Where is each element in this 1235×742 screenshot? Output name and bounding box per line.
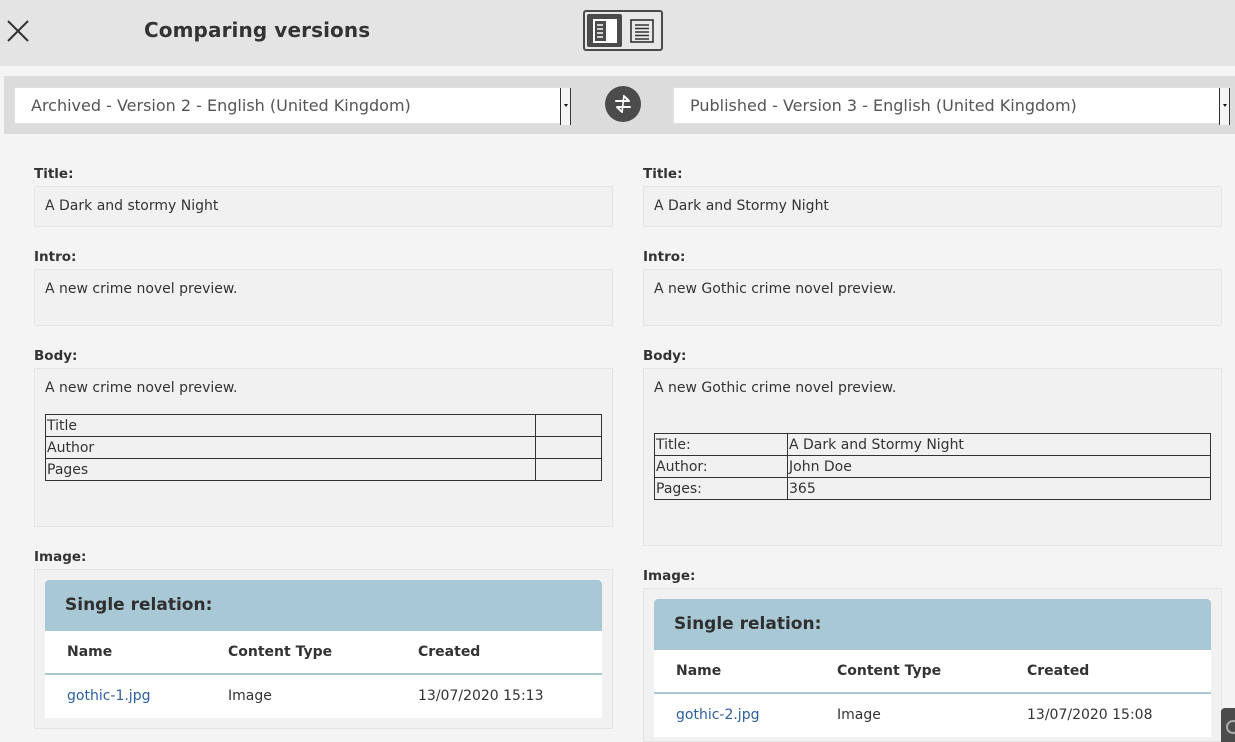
relation-column-headers: Name Content Type Created [45, 631, 602, 675]
column-header-created: Created [1027, 663, 1090, 679]
table-row: Author [45, 436, 602, 459]
left-single-relation: Single relation: Name Content Type Creat… [45, 580, 602, 718]
left-version-select[interactable]: Archived - Version 2 - English (United K… [14, 87, 572, 125]
intro-label: Intro: [34, 249, 77, 265]
left-body-text: A new crime novel preview. [45, 380, 238, 396]
title-label: Title: [34, 166, 74, 182]
left-intro-value: A new crime novel preview. [34, 269, 613, 326]
right-title-value: A Dark and Stormy Night [643, 186, 1222, 227]
table-row: Author: John Doe [654, 455, 1211, 478]
relation-name-link[interactable]: gothic-1.jpg [67, 688, 150, 704]
right-version-value: Published - Version 3 - English (United … [690, 96, 1077, 115]
table-row: Title: A Dark and Stormy Night [654, 433, 1211, 456]
chevron-down-icon[interactable] [1219, 88, 1230, 125]
body-label: Body: [643, 348, 687, 364]
top-bar: Comparing versions [0, 0, 1235, 66]
image-label: Image: [34, 549, 87, 565]
table-cell: Author [45, 436, 536, 459]
side-by-side-view-button[interactable] [587, 14, 622, 47]
relation-created: 13/07/2020 15:13 [418, 688, 544, 704]
side-by-side-view-icon [592, 18, 617, 43]
right-body-text: A new Gothic crime novel preview. [654, 380, 897, 396]
title-label: Title: [643, 166, 683, 182]
right-single-relation: Single relation: Name Content Type Creat… [654, 599, 1211, 737]
table-row: Pages: 365 [654, 477, 1211, 500]
right-intro-value: A new Gothic crime novel preview. [643, 269, 1222, 326]
close-icon[interactable] [6, 19, 30, 43]
table-cell [535, 458, 602, 481]
right-body-table: Title: A Dark and Stormy Night Author: Joh… [654, 433, 1211, 500]
column-header-name: Name [676, 663, 722, 679]
table-cell: A Dark and Stormy Night [787, 433, 1211, 456]
single-column-view-button[interactable] [624, 14, 659, 47]
right-version-select[interactable]: Published - Version 3 - English (United … [673, 87, 1231, 125]
intro-label: Intro: [643, 249, 686, 265]
table-cell: 365 [787, 477, 1211, 500]
help-widget-icon[interactable] [1221, 708, 1235, 742]
table-cell: Pages: [654, 477, 788, 500]
relation-heading: Single relation: [654, 599, 1211, 650]
table-cell: Title: [654, 433, 788, 456]
relation-created: 13/07/2020 15:08 [1027, 707, 1153, 723]
relation-heading: Single relation: [45, 580, 602, 631]
relation-name-link[interactable]: gothic-2.jpg [676, 707, 759, 723]
page-title: Comparing versions [144, 18, 371, 42]
relation-column-headers: Name Content Type Created [654, 650, 1211, 694]
left-version-value: Archived - Version 2 - English (United K… [31, 96, 411, 115]
table-row: gothic-2.jpg Image 13/07/2020 15:08 [654, 694, 1211, 737]
image-label: Image: [643, 568, 696, 584]
chevron-down-icon[interactable] [560, 88, 571, 125]
table-cell [535, 414, 602, 437]
body-label: Body: [34, 348, 78, 364]
swap-versions-button[interactable] [605, 86, 641, 122]
view-mode-toggle [583, 10, 663, 51]
relation-content-type: Image [228, 688, 272, 704]
table-cell [535, 436, 602, 459]
table-row: Pages [45, 458, 602, 481]
column-header-content-type: Content Type [228, 644, 333, 660]
table-cell: Title [45, 414, 536, 437]
table-cell: Author: [654, 455, 788, 478]
column-header-created: Created [418, 644, 481, 660]
table-row: Title [45, 414, 602, 437]
column-header-name: Name [67, 644, 113, 660]
swap-arrows-icon [615, 94, 631, 114]
table-cell: John Doe [787, 455, 1211, 478]
table-cell: Pages [45, 458, 536, 481]
left-body-table: Title Author Pages [45, 414, 602, 481]
column-header-content-type: Content Type [837, 663, 942, 679]
single-column-view-icon [629, 18, 654, 43]
left-title-value: A Dark and stormy Night [34, 186, 613, 227]
table-row: gothic-1.jpg Image 13/07/2020 15:13 [45, 675, 602, 718]
relation-content-type: Image [837, 707, 881, 723]
version-selector-bar: Archived - Version 2 - English (United K… [4, 76, 1235, 134]
